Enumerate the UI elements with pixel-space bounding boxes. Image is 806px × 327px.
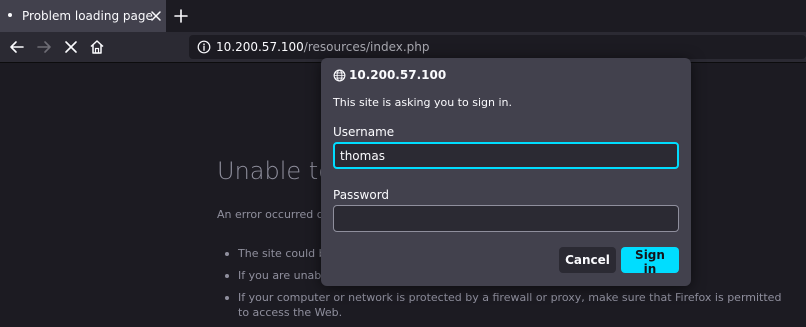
info-icon[interactable] xyxy=(197,40,211,54)
page-title: Unable to xyxy=(217,157,333,185)
dialog-message: This site is asking you to sign in. xyxy=(333,96,512,109)
password-label: Password xyxy=(333,188,390,202)
plus-icon[interactable] xyxy=(172,7,190,25)
sign-in-button[interactable]: Sign in xyxy=(621,247,679,276)
url-bar[interactable]: 10.200.57.100/resources/index.php xyxy=(189,35,806,59)
tab-problem-loading[interactable]: Problem loading page xyxy=(0,0,166,32)
url-host: 10.200.57.100 xyxy=(216,40,304,54)
username-label: Username xyxy=(333,125,395,139)
arrow-right-icon[interactable] xyxy=(35,38,53,56)
list-item: If your computer or network is protected… xyxy=(224,290,794,320)
cancel-button[interactable]: Cancel xyxy=(559,247,616,273)
error-description: An error occurred dur xyxy=(217,208,336,221)
url-text[interactable]: 10.200.57.100/resources/index.php xyxy=(216,39,430,55)
url-path: /resources/index.php xyxy=(303,40,430,54)
username-field[interactable] xyxy=(333,142,679,169)
dialog-host: 10.200.57.100 xyxy=(349,68,447,82)
home-icon[interactable] xyxy=(88,38,106,56)
tab-title: Problem loading page xyxy=(22,9,153,23)
tab-strip: Problem loading page xyxy=(0,0,806,32)
auth-dialog: 10.200.57.100 This site is asking you to… xyxy=(321,58,691,286)
globe-icon xyxy=(333,69,346,82)
dot-icon xyxy=(8,13,12,17)
stop-icon[interactable] xyxy=(62,38,80,56)
password-field[interactable] xyxy=(333,205,679,232)
arrow-left-icon[interactable] xyxy=(8,38,26,56)
close-icon[interactable] xyxy=(148,8,164,24)
